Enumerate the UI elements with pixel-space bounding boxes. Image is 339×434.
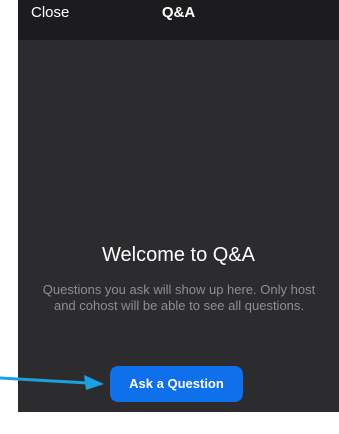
qa-panel: Close Q&A Welcome to Q&A Questions you a… [18,0,339,412]
empty-state-description: Questions you ask will show up here. Onl… [42,282,316,313]
top-bar: Close Q&A [18,0,339,40]
panel-title: Q&A [161,4,196,21]
screenshot-stage: Close Q&A Welcome to Q&A Questions you a… [0,0,339,434]
welcome-heading: Welcome to Q&A [101,244,256,266]
arrow-right-icon [0,375,104,390]
ask-question-button[interactable]: Ask a Question [110,366,243,402]
